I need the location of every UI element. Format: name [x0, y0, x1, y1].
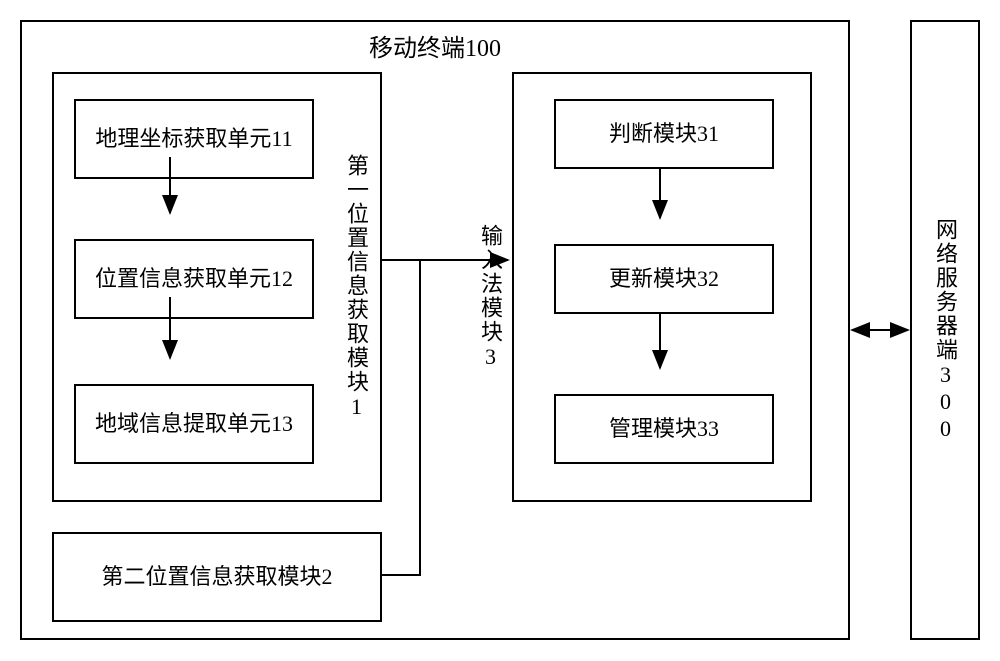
module-3-label-text: 输入法模块3	[474, 224, 506, 371]
block-31-box: 判断模块31	[554, 99, 774, 169]
block-32-text: 更新模块32	[609, 265, 719, 294]
block-33-box: 管理模块33	[554, 394, 774, 464]
unit-11-box: 地理坐标获取单元11	[74, 99, 314, 179]
unit-12-text: 位置信息获取单元12	[95, 265, 293, 294]
module-1-label-text: 第一位置信息获取模块1	[340, 154, 372, 421]
module-2-text: 第二位置信息获取模块2	[101, 563, 332, 592]
module-3-box: 输入法模块3 判断模块31 更新模块32 管理模块33	[512, 72, 812, 502]
block-32-box: 更新模块32	[554, 244, 774, 314]
server-label-text: 网络服务器端300	[929, 218, 961, 443]
unit-11-text: 地理坐标获取单元11	[95, 125, 292, 154]
server-box: 网络服务器端300	[910, 20, 980, 640]
unit-12-box: 位置信息获取单元12	[74, 239, 314, 319]
block-33-text: 管理模块33	[609, 415, 719, 444]
mobile-terminal-box: 移动终端100 第一位置信息获取模块1 地理坐标获取单元11 位置信息获取单元1…	[20, 20, 850, 640]
block-31-text: 判断模块31	[609, 120, 719, 149]
server-label: 网络服务器端300	[929, 218, 961, 443]
diagram-canvas: 移动终端100 第一位置信息获取模块1 地理坐标获取单元11 位置信息获取单元1…	[0, 0, 1000, 661]
unit-13-box: 地域信息提取单元13	[74, 384, 314, 464]
module-1-label: 第一位置信息获取模块1	[336, 84, 376, 490]
module-1-box: 第一位置信息获取模块1 地理坐标获取单元11 位置信息获取单元12 地域信息提取…	[52, 72, 382, 502]
module-3-label: 输入法模块3	[470, 194, 510, 400]
module-2-box: 第二位置信息获取模块2	[52, 532, 382, 622]
mobile-terminal-title: 移动终端100	[22, 28, 848, 63]
unit-13-text: 地域信息提取单元13	[95, 410, 293, 439]
